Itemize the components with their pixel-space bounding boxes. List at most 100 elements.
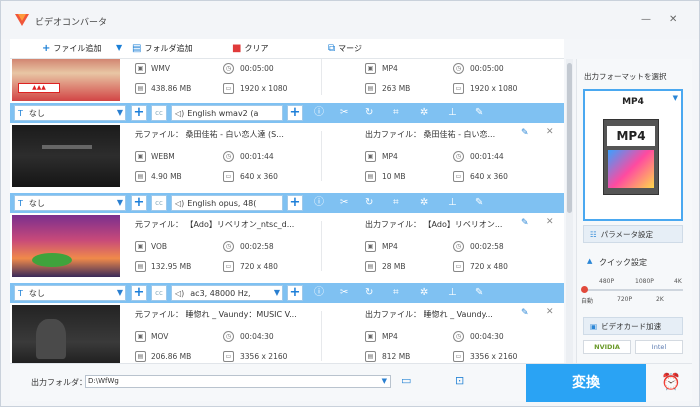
output-format-label: 出力フォーマットを選択 — [584, 72, 667, 81]
thumbnail-figure-graphic — [36, 319, 66, 359]
watermark-stamp-icon[interactable]: ⊥ — [448, 287, 457, 299]
subtitle-select[interactable]: T なし ▼ — [14, 285, 126, 301]
add-folder-button[interactable]: ▤ フォルダ追加 — [132, 43, 192, 54]
source-format: VOB — [151, 242, 168, 251]
remove-item-icon[interactable]: ✕ — [546, 127, 554, 137]
rotate-icon[interactable]: ↻ — [365, 197, 373, 209]
quality-slider-handle[interactable] — [581, 286, 588, 293]
output-resolution: 720 x 480 — [470, 262, 508, 271]
close-button[interactable]: ✕ — [669, 15, 677, 25]
info-icon[interactable]: ⓘ — [314, 107, 324, 119]
open-folder-icon[interactable]: ▭ — [401, 374, 411, 387]
effect-wand-icon[interactable]: ✲ — [420, 107, 428, 119]
remove-item-icon[interactable]: ✕ — [546, 307, 554, 317]
parameter-settings-button[interactable]: ☷ パラメータ設定 — [583, 225, 683, 243]
output-folder-browse-icon[interactable]: ⊡ — [455, 374, 464, 387]
quality-slider-track[interactable] — [583, 289, 683, 291]
clock-icon: ◷ — [223, 151, 234, 162]
thumbnail-figure-graphic — [32, 253, 72, 267]
watermark-stamp-icon[interactable]: ⊥ — [448, 197, 457, 209]
clock-icon: ◷ — [453, 241, 464, 252]
cc-icon[interactable]: cc — [151, 105, 167, 121]
add-audio-button[interactable]: + — [287, 285, 303, 301]
cut-icon[interactable]: ✂ — [340, 197, 348, 209]
add-file-button[interactable]: + ファイル追加 — [42, 43, 101, 54]
rotate-icon[interactable]: ↻ — [365, 107, 373, 119]
source-filename: 元ファイル： 桑田佳祐 - 白い恋人達 (S... — [135, 130, 284, 139]
crop-icon[interactable]: ⌗ — [393, 107, 399, 119]
rename-pencil-icon[interactable]: ✎ — [521, 218, 529, 228]
cut-icon[interactable]: ✂ — [340, 287, 348, 299]
tick-auto: 自動 — [581, 298, 594, 305]
output-folder-input[interactable]: D:\WfWg ▼ — [85, 375, 391, 388]
crop-icon[interactable]: ⌗ — [393, 197, 399, 209]
subtitle-edit-icon[interactable]: ✎ — [475, 287, 483, 299]
add-audio-button[interactable]: + — [287, 105, 303, 121]
effect-wand-icon[interactable]: ✲ — [420, 287, 428, 299]
format-icon: ▣ — [135, 151, 146, 162]
list-item[interactable]: ▲▲▲ ▣ WMV ◷ 00:05:00 ▤ 438.86 MB ▭ 1920 … — [10, 59, 564, 103]
add-subtitle-button[interactable]: + — [131, 285, 147, 301]
source-resolution: 720 x 480 — [240, 262, 278, 271]
add-subtitle-button[interactable]: + — [131, 195, 147, 211]
format-icon: ▣ — [135, 241, 146, 252]
text-icon: T — [18, 198, 23, 208]
list-item[interactable]: 元ファイル： 睡惚れ _ Vaundy：MUSIC V... 出力ファイル： 睡… — [10, 303, 564, 363]
clear-label: クリア — [244, 44, 269, 53]
audio-value: English opus, 48( — [187, 198, 257, 208]
gpu-acceleration-button[interactable]: ▣ ビデオカード加速 — [583, 317, 683, 335]
cc-icon[interactable]: cc — [151, 285, 167, 301]
watermark-stamp-icon[interactable]: ⊥ — [448, 107, 457, 119]
subtitle-edit-icon[interactable]: ✎ — [475, 107, 483, 119]
output-format: MP4 — [382, 64, 398, 73]
app-window: ビデオコンバータ — ✕ + ファイル追加 ▼ ▤ フォルダ追加 ■ クリア ⧉… — [0, 0, 700, 407]
thumbnail-caption-graphic: ▲▲▲ — [18, 83, 60, 93]
clear-button[interactable]: ■ クリア — [232, 43, 268, 54]
rename-pencil-icon[interactable]: ✎ — [521, 128, 529, 138]
list-scrollbar[interactable] — [566, 59, 573, 363]
audio-select[interactable]: ◁) English wmav2 (a — [171, 105, 283, 121]
add-subtitle-button[interactable]: + — [131, 105, 147, 121]
cc-icon[interactable]: cc — [151, 195, 167, 211]
info-icon[interactable]: ⓘ — [314, 197, 324, 209]
list-item[interactable]: 元ファイル： 【Ado】リベリオン_ntsc_d... 出力ファイル： 【Ado… — [10, 213, 564, 279]
merge-button[interactable]: ⧉ マージ — [328, 43, 362, 54]
info-icon[interactable]: ⓘ — [314, 287, 324, 299]
subtitle-edit-icon[interactable]: ✎ — [475, 197, 483, 209]
chevron-down-icon: ▼ — [672, 94, 678, 102]
add-file-dropdown-icon[interactable]: ▼ — [116, 43, 122, 52]
resolution-icon: ▭ — [453, 83, 464, 94]
plus-icon: + — [42, 42, 51, 54]
output-size: 263 MB — [382, 84, 411, 93]
rotate-icon[interactable]: ↻ — [365, 287, 373, 299]
subtitle-select[interactable]: T なし ▼ — [14, 105, 126, 121]
audio-select[interactable]: ◁) ac3, 48000 Hz, ▼ — [171, 285, 283, 301]
tick-4k: 4K — [674, 278, 682, 285]
scrollbar-thumb[interactable] — [567, 63, 572, 213]
audio-select[interactable]: ◁) English opus, 48( — [171, 195, 283, 211]
merge-label: マージ — [338, 44, 362, 53]
thumbnail-text-graphic — [42, 145, 92, 149]
effect-wand-icon[interactable]: ✲ — [420, 197, 428, 209]
trash-icon: ■ — [232, 42, 242, 54]
arrow-divider — [308, 221, 322, 271]
crop-icon[interactable]: ⌗ — [393, 287, 399, 299]
cut-icon[interactable]: ✂ — [340, 107, 348, 119]
format-icon: ▣ — [365, 241, 376, 252]
convert-button[interactable]: 変換 — [526, 364, 646, 402]
output-duration: 00:01:44 — [470, 152, 504, 161]
chevron-down-icon: ▼ — [116, 198, 123, 207]
alarm-clock-icon[interactable]: ⏰ — [661, 372, 681, 391]
output-resolution: 1920 x 1080 — [470, 84, 518, 93]
resolution-icon: ▭ — [453, 261, 464, 272]
source-format: WMV — [151, 64, 171, 73]
clock-icon: ◷ — [453, 151, 464, 162]
remove-item-icon[interactable]: ✕ — [546, 217, 554, 227]
subtitle-select[interactable]: T なし ▼ — [14, 195, 126, 211]
list-item[interactable]: 元ファイル： 桑田佳祐 - 白い恋人達 (S... 出力ファイル： 桑田佳祐 -… — [10, 123, 564, 189]
format-selector[interactable]: MP4 ▼ MP4 — [583, 89, 683, 221]
rename-pencil-icon[interactable]: ✎ — [521, 308, 529, 318]
minimize-button[interactable]: — — [641, 15, 651, 25]
parameter-settings-label: パラメータ設定 — [600, 229, 654, 239]
add-audio-button[interactable]: + — [287, 195, 303, 211]
